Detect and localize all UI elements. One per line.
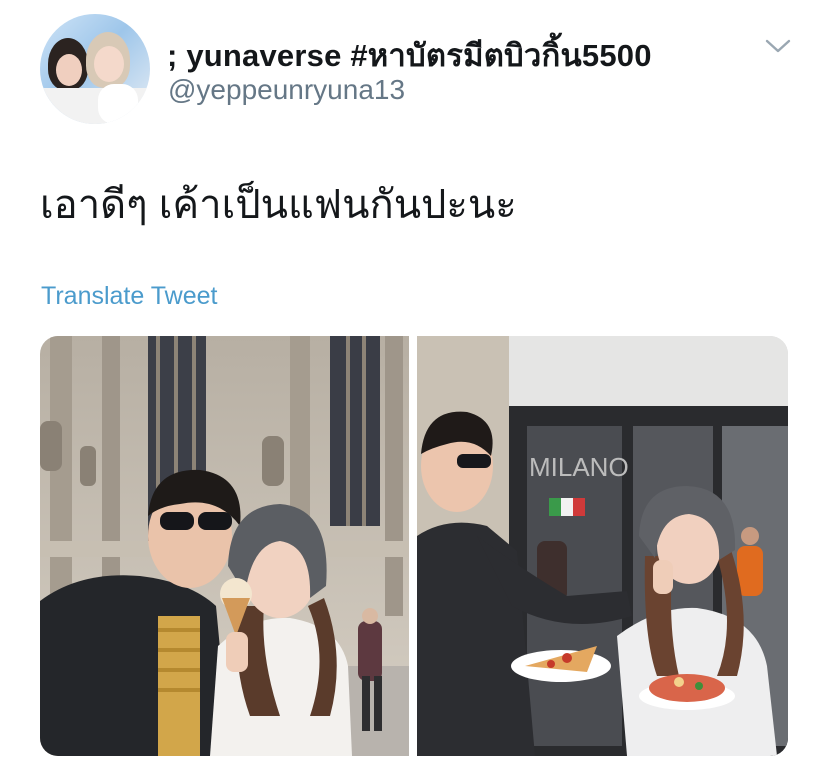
chevron-down-icon[interactable]: [764, 36, 792, 56]
tweet-text: เอาดีๆ เค้าเป็นแฟนกันปะนะ: [40, 183, 517, 227]
translate-tweet-link[interactable]: Translate Tweet: [41, 282, 217, 311]
tweet-media: MILANO: [40, 336, 788, 756]
avatar[interactable]: [40, 14, 150, 124]
photo-left[interactable]: [40, 336, 409, 756]
display-name[interactable]: ; yunaverse #หาบัตรมีตบิวกิ้น5500: [167, 30, 652, 80]
storefront-sign: MILANO: [529, 452, 629, 482]
user-handle[interactable]: @yeppeunryuna13: [168, 74, 405, 106]
photo-right[interactable]: MILANO: [417, 336, 788, 756]
